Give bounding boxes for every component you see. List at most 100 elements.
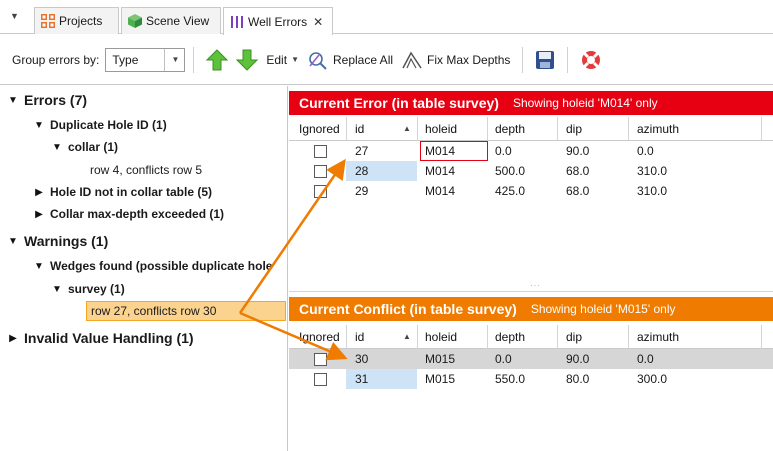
tree-node-warnings[interactable]: ▼ Warnings (1) <box>8 233 108 249</box>
cell-dip[interactable]: 90.0 <box>566 352 589 366</box>
expanded-triangle-icon: ▼ <box>34 119 44 131</box>
chevron-down-icon: ▼ <box>291 55 299 64</box>
cell-holeid[interactable]: M014 <box>425 164 455 178</box>
table-row[interactable]: 31 M015 550.0 80.0 300.0 <box>289 369 773 389</box>
tab-menu-chevron-icon[interactable]: ▼ <box>10 11 19 21</box>
ignored-checkbox[interactable] <box>314 372 327 386</box>
cell-dip[interactable]: 68.0 <box>566 184 589 198</box>
table-row-selected[interactable]: 30 M015 0.0 90.0 0.0 <box>289 349 773 369</box>
save-button[interactable] <box>531 46 559 74</box>
ignored-checkbox[interactable] <box>314 352 327 366</box>
tab-projects[interactable]: Projects <box>34 7 119 34</box>
ignored-checkbox[interactable] <box>314 184 327 198</box>
column-divider <box>628 325 629 349</box>
tree-node-collar-max-depth[interactable]: ▶ Collar max-depth exceeded (1) <box>34 207 224 221</box>
expanded-triangle-icon: ▼ <box>52 283 62 295</box>
cell-depth[interactable]: 0.0 <box>495 144 512 158</box>
column-header-depth[interactable]: depth <box>495 330 525 344</box>
help-button[interactable] <box>576 46 606 74</box>
cube-icon <box>128 14 142 28</box>
tree-node-wedges-found[interactable]: ▼ Wedges found (possible duplicate hole <box>34 259 286 273</box>
cell-depth[interactable]: 500.0 <box>495 164 525 178</box>
tree-node-label: Invalid Value Handling (1) <box>24 330 194 346</box>
tree-leaf-label: row 4, conflicts row 5 <box>90 163 203 177</box>
tree-node-errors[interactable]: ▼ Errors (7) <box>8 92 87 108</box>
current-error-title: Current Error (in table survey) <box>299 95 499 111</box>
toolbar-separator <box>193 46 195 73</box>
splitter-handle-icon[interactable]: ··· <box>530 281 541 290</box>
group-errors-select[interactable]: Type ▼ <box>105 47 186 72</box>
expanded-triangle-icon: ▼ <box>52 141 62 153</box>
column-header-ignored[interactable]: Ignored <box>299 330 340 344</box>
sort-ascending-icon: ▲ <box>403 124 411 133</box>
current-error-subtitle: Showing holeid 'M014' only <box>512 96 658 110</box>
tree-node-collar[interactable]: ▼ collar (1) <box>52 140 118 154</box>
cell-depth[interactable]: 425.0 <box>495 184 525 198</box>
cell-holeid[interactable]: M014 <box>425 184 455 198</box>
tab-well-errors[interactable]: Well Errors ✕ <box>223 7 333 35</box>
replace-all-button[interactable]: Replace All <box>303 46 397 74</box>
tab-scene-view[interactable]: Scene View <box>121 7 221 34</box>
column-header-id[interactable]: id <box>355 122 364 136</box>
fix-max-depths-icon <box>402 51 422 68</box>
current-error-header: Current Error (in table survey) Showing … <box>289 91 773 115</box>
column-header-azimuth[interactable]: azimuth <box>637 122 679 136</box>
table-row[interactable]: 28 M014 500.0 68.0 310.0 <box>289 161 773 181</box>
edit-menu-button[interactable]: Edit ▼ <box>262 46 303 74</box>
column-header-holeid[interactable]: holeid <box>425 330 457 344</box>
tab-well-errors-label: Well Errors <box>248 14 308 29</box>
cell-azimuth[interactable]: 310.0 <box>637 184 667 198</box>
cell-azimuth[interactable]: 0.0 <box>637 352 654 366</box>
cell-depth[interactable]: 550.0 <box>495 372 525 386</box>
cell-holeid[interactable]: M015 <box>425 352 455 366</box>
cell-dip[interactable]: 80.0 <box>566 372 589 386</box>
current-conflict-header: Current Conflict (in table survey) Showi… <box>289 297 773 321</box>
tree-node-label: Warnings (1) <box>24 233 109 249</box>
table-row[interactable]: 29 M014 425.0 68.0 310.0 <box>289 181 773 201</box>
column-header-ignored[interactable]: Ignored <box>299 122 340 136</box>
panel-splitter[interactable] <box>289 291 773 292</box>
tree-node-survey[interactable]: ▼ survey (1) <box>52 282 125 296</box>
ignored-checkbox[interactable] <box>314 144 327 158</box>
tree-node-label: collar (1) <box>68 140 119 154</box>
cell-azimuth[interactable]: 0.0 <box>637 144 654 158</box>
next-error-button[interactable] <box>232 46 262 74</box>
cell-id: 31 <box>355 372 369 386</box>
fix-max-depths-button[interactable]: Fix Max Depths <box>397 46 514 74</box>
column-header-id[interactable]: id <box>355 330 364 344</box>
tab-projects-label: Projects <box>59 14 103 28</box>
cell-id: 30 <box>355 352 369 366</box>
column-divider <box>628 117 629 141</box>
close-icon[interactable]: ✕ <box>313 15 323 29</box>
toolbar-separator <box>522 46 524 73</box>
column-header-azimuth[interactable]: azimuth <box>637 330 679 344</box>
previous-error-button[interactable] <box>202 46 232 74</box>
tree-node-invalid-value-handling[interactable]: ▶ Invalid Value Handling (1) <box>8 330 194 346</box>
column-header-depth[interactable]: depth <box>495 122 525 136</box>
current-error-table: Ignored id ▲ holeid depth dip azimuth 27… <box>289 117 773 201</box>
sort-ascending-icon: ▲ <box>403 332 411 341</box>
tree-leaf-survey-row-selected[interactable]: row 27, conflicts row 30 <box>86 301 286 321</box>
group-errors-value: Type <box>112 52 139 67</box>
cell-azimuth[interactable]: 310.0 <box>637 164 667 178</box>
ignored-checkbox[interactable] <box>314 164 327 178</box>
column-divider <box>417 117 418 141</box>
table-row[interactable]: 27 M014 0.0 90.0 0.0 <box>289 141 773 161</box>
column-divider <box>417 325 418 349</box>
tree-node-duplicate-hole-id[interactable]: ▼ Duplicate Hole ID (1) <box>34 118 167 132</box>
column-header-dip[interactable]: dip <box>566 330 582 344</box>
tree-leaf-collar-row[interactable]: row 4, conflicts row 5 <box>90 163 202 177</box>
cell-id: 27 <box>355 144 369 158</box>
cell-azimuth[interactable]: 300.0 <box>637 372 667 386</box>
column-header-dip[interactable]: dip <box>566 122 582 136</box>
tree-node-label: Wedges found (possible duplicate hole <box>50 259 273 273</box>
expanded-triangle-icon: ▼ <box>8 235 18 247</box>
column-header-holeid[interactable]: holeid <box>425 122 457 136</box>
cell-dip[interactable]: 90.0 <box>566 144 589 158</box>
cell-dip[interactable]: 68.0 <box>566 164 589 178</box>
cell-depth[interactable]: 0.0 <box>495 352 512 366</box>
table-header-row: Ignored id ▲ holeid depth dip azimuth <box>289 325 773 349</box>
cell-holeid[interactable]: M014 <box>425 144 455 158</box>
tree-node-hole-id-not-in-collar[interactable]: ▶ Hole ID not in collar table (5) <box>34 185 212 199</box>
cell-holeid[interactable]: M015 <box>425 372 455 386</box>
